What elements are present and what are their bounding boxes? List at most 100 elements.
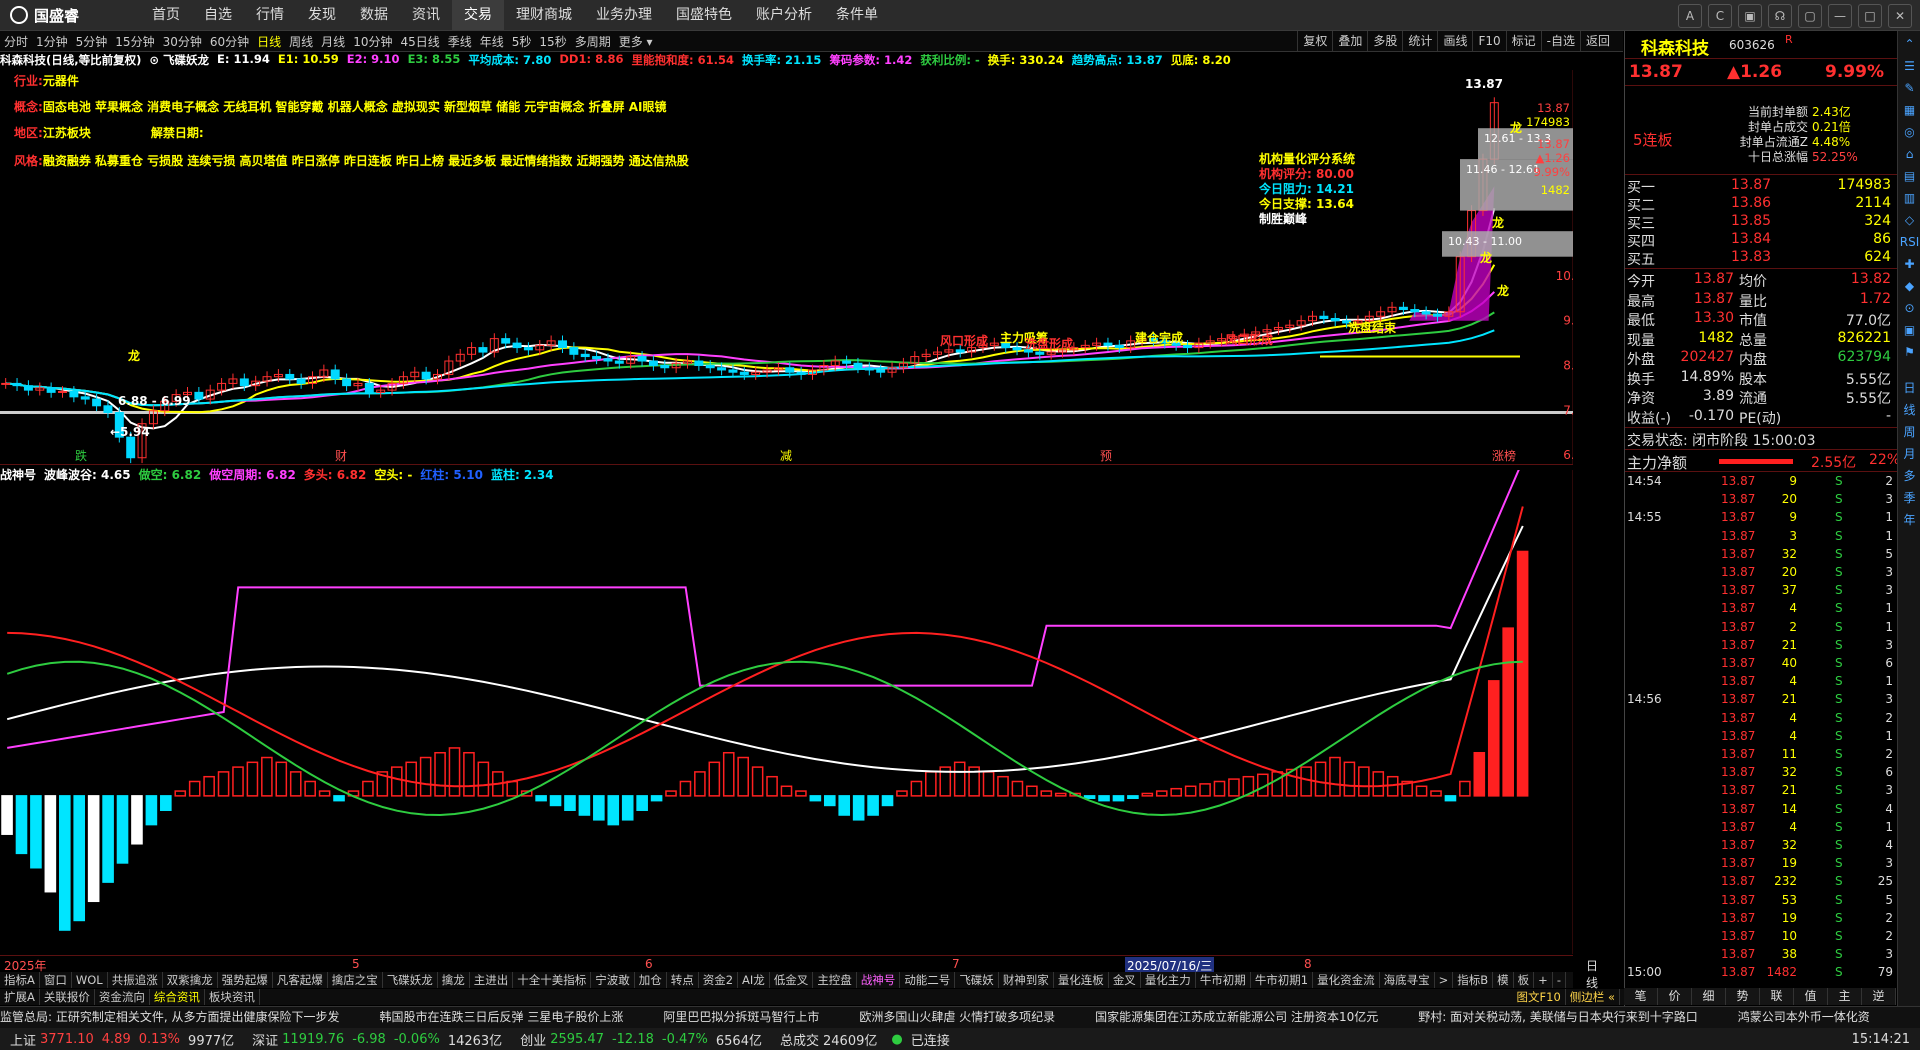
vertical-tab-5[interactable]: 季	[1898, 489, 1920, 506]
vertical-tab-6[interactable]: 年	[1898, 511, 1920, 528]
period-7[interactable]: 周线	[285, 33, 317, 50]
indicator-tab-2[interactable]: WOL	[72, 972, 108, 988]
indicator-tab-23[interactable]: 量化连板	[1054, 972, 1109, 988]
vertical-tab-3[interactable]: 月	[1898, 445, 1920, 462]
side-tool-icon[interactable]: RSI	[1898, 235, 1920, 249]
nav-9[interactable]: 国盛特色	[664, 0, 744, 30]
indicator-tab-31[interactable]: 指标B	[1453, 972, 1494, 988]
news-item[interactable]: 鸿蒙公司本外币一体化资	[1738, 1010, 1870, 1024]
window-button-3[interactable]: ☊	[1768, 4, 1792, 28]
indicator-tab-18[interactable]: 主控盘	[813, 972, 857, 988]
info-tab-4[interactable]: 板块资讯	[205, 989, 260, 1005]
indicator-tab-24[interactable]: 金叉	[1109, 972, 1141, 988]
period-15[interactable]: 多周期	[571, 33, 615, 50]
news-item[interactable]: 阿里巴巴拟分拆斑马智行上市	[663, 1010, 819, 1024]
tool-5[interactable]: F10	[1472, 31, 1505, 51]
period-14[interactable]: 15秒	[535, 33, 570, 50]
window-button-5[interactable]: —	[1828, 4, 1852, 28]
bid-price[interactable]: 13.84	[1731, 231, 1771, 247]
nav-10[interactable]: 账户分析	[744, 0, 824, 30]
sh-index-name[interactable]: 上证	[10, 1030, 36, 1049]
period-16[interactable]: 更多 ▾	[615, 33, 657, 50]
indicator-tab-12[interactable]: 宁波敢	[591, 972, 635, 988]
period-5[interactable]: 60分钟	[206, 33, 253, 50]
side-tool-icon[interactable]: ▤	[1898, 169, 1920, 183]
indicator-tab-20[interactable]: 动能二号	[900, 972, 956, 988]
bid-price[interactable]: 13.85	[1731, 213, 1771, 229]
side-tool-icon[interactable]: ▥	[1898, 191, 1920, 205]
quote-tab-7[interactable]: 逆	[1862, 988, 1896, 1005]
indicator-tab-35[interactable]: -	[1553, 972, 1566, 988]
window-button-4[interactable]: ▢	[1798, 4, 1822, 28]
tool-6[interactable]: 标记	[1505, 31, 1541, 51]
cy-index-name[interactable]: 创业	[520, 1030, 546, 1049]
quote-tab-1[interactable]: 价	[1658, 988, 1692, 1005]
side-tool-icon[interactable]: ▦	[1898, 103, 1920, 117]
window-button-7[interactable]: ✕	[1888, 4, 1912, 28]
tool-0[interactable]: 复权	[1297, 31, 1332, 51]
period-11[interactable]: 季线	[444, 33, 476, 50]
indicator-tab-34[interactable]: +	[1534, 972, 1553, 988]
bid-price[interactable]: 13.83	[1731, 249, 1771, 265]
tool-7[interactable]: -自选	[1540, 31, 1580, 51]
info-tab-right-0[interactable]: 图文F10	[1513, 989, 1566, 1005]
indicator-tab-0[interactable]: 指标A	[0, 972, 40, 988]
side-tool-icon[interactable]: ✎	[1898, 81, 1920, 95]
nav-8[interactable]: 业务办理	[584, 0, 664, 30]
indicator-tab-27[interactable]: 牛市初期1	[1251, 972, 1314, 988]
nav-11[interactable]: 条件单	[824, 0, 890, 30]
vertical-tab-2[interactable]: 周	[1898, 423, 1920, 440]
indicator-tab-32[interactable]: 模	[1493, 972, 1514, 988]
indicator-tab-17[interactable]: 低金叉	[770, 972, 814, 988]
news-item[interactable]: 野村: 面对关税动荡, 美联储与日本央行来到十字路口	[1418, 1010, 1698, 1024]
candlestick-chart[interactable]: 6.007.008.009.0010.0012.61 - 13.311.46 -…	[0, 70, 1573, 464]
window-button-1[interactable]: C	[1708, 4, 1732, 28]
side-tool-icon[interactable]: ⚑	[1898, 345, 1920, 359]
period-3[interactable]: 15分钟	[111, 33, 158, 50]
sub-indicator-chart[interactable]: -1.000.001.002.003.004.005.006.00	[0, 470, 1573, 954]
vertical-tab-1[interactable]: 线	[1898, 401, 1920, 418]
period-0[interactable]: 分时	[0, 33, 32, 50]
period-2[interactable]: 5分钟	[72, 33, 112, 50]
indicator-tab-16[interactable]: AI龙	[738, 972, 770, 988]
tool-4[interactable]: 画线	[1437, 31, 1472, 51]
indicator-tab-9[interactable]: 擒龙	[438, 972, 470, 988]
period-13[interactable]: 5秒	[508, 33, 536, 50]
indicator-tab-25[interactable]: 量化主力	[1141, 972, 1196, 988]
side-tool-icon[interactable]: ⌂	[1898, 147, 1920, 161]
indicator-tab-26[interactable]: 牛市初期	[1196, 972, 1251, 988]
period-10[interactable]: 45日线	[396, 33, 443, 50]
indicator-tab-8[interactable]: 飞碟妖龙	[383, 972, 438, 988]
side-tool-icon[interactable]: ◎	[1898, 125, 1920, 139]
nav-0[interactable]: 首页	[140, 0, 192, 30]
indicator-tab-33[interactable]: 板	[1514, 972, 1535, 988]
indicator-tab-10[interactable]: 主进出	[470, 972, 514, 988]
indicator-tab-7[interactable]: 擒店之宝	[328, 972, 383, 988]
indicator-tab-6[interactable]: 凡客起爆	[273, 972, 328, 988]
quote-tab-5[interactable]: 值	[1794, 988, 1828, 1005]
tool-1[interactable]: 叠加	[1332, 31, 1367, 51]
tool-2[interactable]: 多股	[1367, 31, 1402, 51]
news-item[interactable]: 监管总局: 正研究制定相关文件, 从多方面提出健康保险下一步发	[0, 1010, 340, 1024]
period-4[interactable]: 30分钟	[159, 33, 206, 50]
news-item[interactable]: 韩国股市在连跌三日后反弹 三星电子股价上涨	[380, 1010, 624, 1024]
period-1[interactable]: 1分钟	[32, 33, 72, 50]
period-12[interactable]: 年线	[476, 33, 508, 50]
side-tool-icon[interactable]: ◇	[1898, 213, 1920, 227]
nav-6[interactable]: 交易	[452, 0, 504, 30]
indicator-tab-15[interactable]: 资金2	[699, 972, 739, 988]
indicator-tab-5[interactable]: 强势起爆	[218, 972, 273, 988]
bid-price[interactable]: 13.86	[1731, 195, 1771, 211]
tool-8[interactable]: 返回	[1579, 31, 1615, 51]
nav-7[interactable]: 理财商城	[504, 0, 584, 30]
indicator-tab-3[interactable]: 共振追涨	[108, 972, 163, 988]
vertical-tab-0[interactable]: 日	[1898, 379, 1920, 396]
quote-tab-3[interactable]: 势	[1726, 988, 1760, 1005]
window-button-6[interactable]: □	[1858, 4, 1882, 28]
quote-tab-4[interactable]: 联	[1760, 988, 1794, 1005]
news-item[interactable]: 欧洲多国山火肆虐 火情打破多项纪录	[859, 1010, 1055, 1024]
nav-3[interactable]: 发现	[296, 0, 348, 30]
news-item[interactable]: 国家能源集团在江苏成立新能源公司 注册资本10亿元	[1095, 1010, 1378, 1024]
period-6[interactable]: 日线	[253, 33, 285, 50]
panel-divider[interactable]	[0, 464, 1573, 465]
